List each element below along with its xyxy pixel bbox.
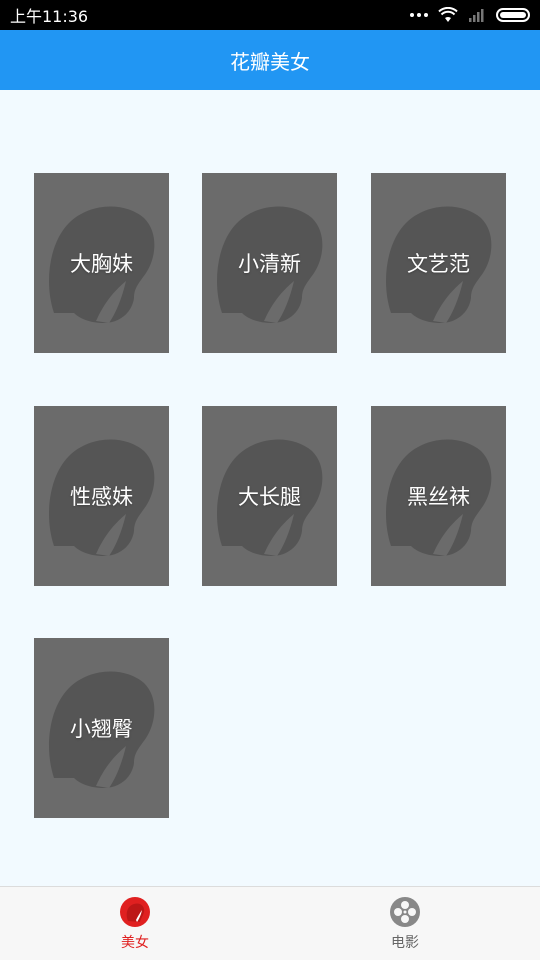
category-label: 小清新 [238,252,301,276]
signal-icon [469,9,484,22]
category-label: 大胸妹 [70,252,133,276]
category-tile[interactable]: 文艺范 [371,173,506,353]
category-tile[interactable]: 性感妹 [34,406,169,586]
category-label: 黑丝袜 [407,485,470,509]
category-tile[interactable]: 小翘臀 [34,638,169,818]
category-tile[interactable]: 小清新 [202,173,337,353]
beauty-icon [120,896,150,927]
tab-label: 电影 [391,934,419,951]
category-label: 文艺范 [407,252,470,276]
category-tile[interactable]: 大胸妹 [34,173,169,353]
wifi-icon [438,7,458,22]
category-label: 性感妹 [70,485,133,509]
app-title: 花瓣美女 [230,49,310,74]
battery-icon [496,8,530,22]
more-dots-icon [410,13,428,17]
tab-beauty[interactable]: 美女 [0,887,270,960]
category-label: 小翘臀 [70,717,133,741]
status-icons [410,7,530,23]
category-tile[interactable]: 大长腿 [202,406,337,586]
category-label: 大长腿 [238,485,301,509]
tab-movies[interactable]: 电影 [270,887,540,960]
status-bar: 上午11:36 [0,0,540,30]
film-reel-icon [390,896,420,927]
tab-label: 美女 [121,934,149,951]
status-time: 上午11:36 [10,7,89,26]
category-grid: 大胸妹 小清新 文艺范 性感妹 大长腿 黑丝袜 小翘臀 [0,90,540,886]
bottom-navigation: 美女 电影 [0,886,540,960]
category-tile[interactable]: 黑丝袜 [371,406,506,586]
app-bar: 花瓣美女 [0,30,540,90]
